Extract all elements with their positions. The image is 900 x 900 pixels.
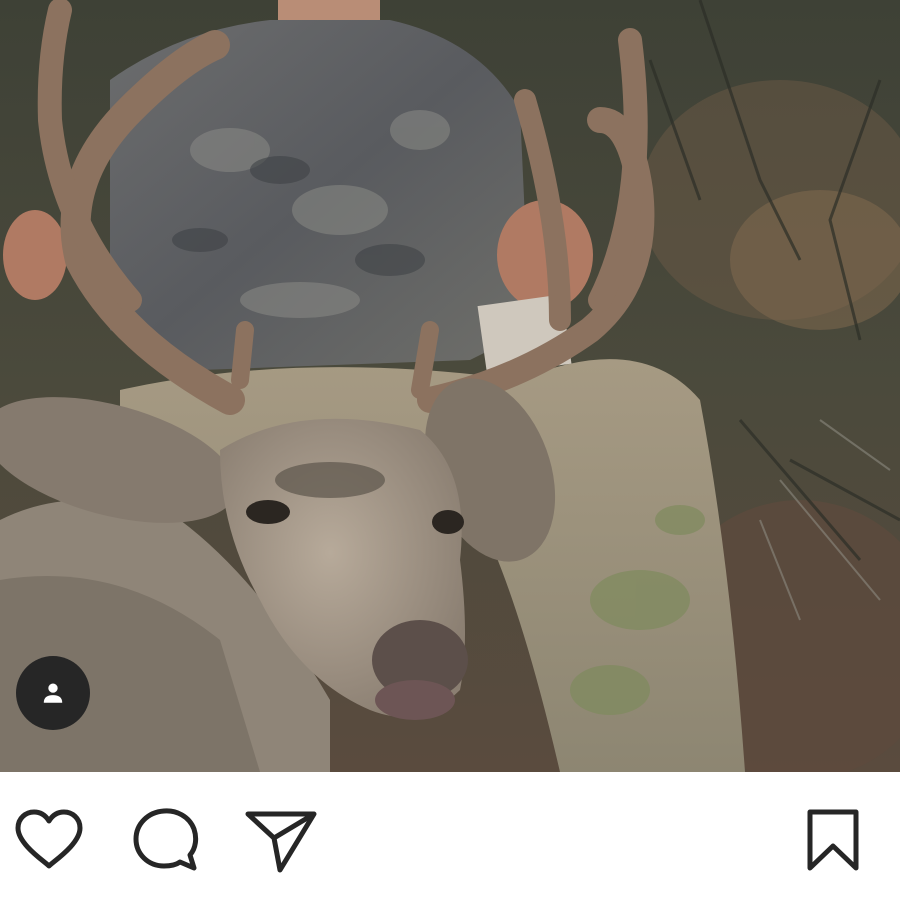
speech-bubble-icon xyxy=(133,808,199,871)
share-button[interactable] xyxy=(244,808,318,874)
person-icon xyxy=(43,683,63,703)
heart-icon xyxy=(15,809,83,869)
tagged-users-button[interactable] xyxy=(16,656,90,730)
paper-plane-icon xyxy=(245,811,317,873)
photo-illustration xyxy=(0,0,900,772)
save-button[interactable] xyxy=(804,808,862,872)
action-bar xyxy=(0,772,900,900)
post-container xyxy=(0,0,900,900)
like-button[interactable] xyxy=(14,808,84,872)
bookmark-icon xyxy=(807,809,859,871)
post-photo[interactable] xyxy=(0,0,900,772)
comment-button[interactable] xyxy=(132,808,200,872)
